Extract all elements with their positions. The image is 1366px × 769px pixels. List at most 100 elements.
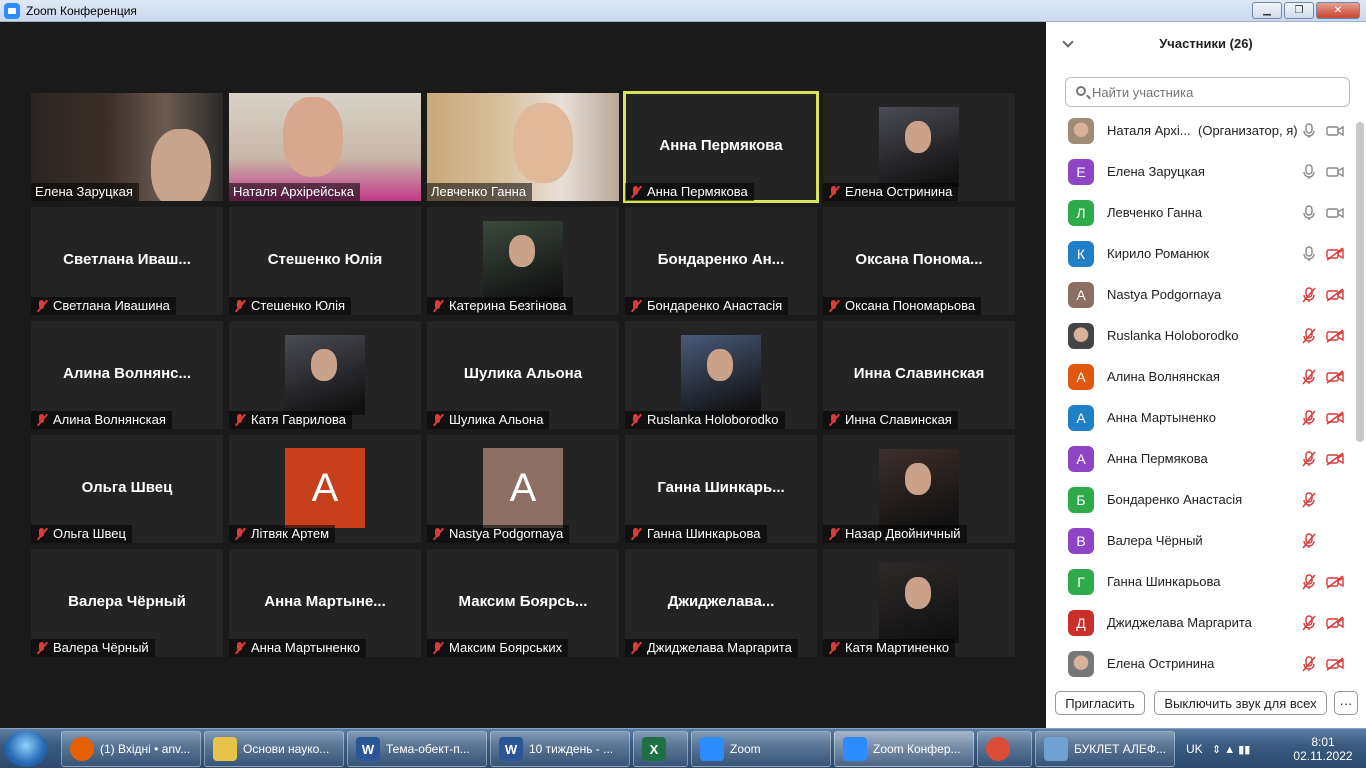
mute-all-button[interactable]: Выключить звук для всех (1154, 691, 1327, 715)
participant-row[interactable]: Б Бондаренко Анастасія (1046, 479, 1356, 520)
participant-row[interactable]: Ruslanka Holoborodko (1046, 315, 1356, 356)
video-tile[interactable]: Ганна Шинкарь... Ганна Шинкарьова (625, 435, 817, 543)
camera-off-icon[interactable] (1326, 287, 1344, 302)
participant-avatar: Д (1068, 609, 1094, 636)
video-tile[interactable]: Катя Мартиненко (823, 549, 1015, 657)
camera-off-icon[interactable] (1326, 369, 1344, 384)
taskbar-item[interactable]: Zoom Конфер... (834, 731, 974, 767)
mic-icon[interactable] (1302, 163, 1316, 180)
video-tile[interactable]: Алина Волнянс... Алина Волнянская (31, 321, 223, 429)
camera-off-icon[interactable] (1326, 656, 1344, 671)
video-tile[interactable]: Ольга Швец Ольга Швец (31, 435, 223, 543)
video-tile[interactable]: Инна Славинская Инна Славинская (823, 321, 1015, 429)
participant-row[interactable]: A Nastya Podgornaya (1046, 274, 1356, 315)
camera-off-icon[interactable] (1326, 451, 1344, 466)
taskbar-item[interactable]: Основи науко... (204, 731, 344, 767)
video-tile[interactable]: A Nastya Podgornaya (427, 435, 619, 543)
video-tile[interactable]: Наталя Архірейська (229, 93, 421, 201)
video-tile[interactable]: Шулика Альона Шулика Альона (427, 321, 619, 429)
video-tile[interactable]: Валера Чёрный Валера Чёрный (31, 549, 223, 657)
participant-search-input[interactable] (1092, 82, 1332, 102)
maximize-button[interactable]: ❐ (1284, 2, 1314, 19)
window-title: Zoom Конференция (26, 3, 137, 18)
participant-row[interactable]: Д Джиджелава Маргарита (1046, 602, 1356, 643)
more-button[interactable]: ··· (1334, 691, 1358, 715)
video-tile[interactable]: Назар Двойничный (823, 435, 1015, 543)
video-tile[interactable]: Елена Остринина (823, 93, 1015, 201)
participant-row[interactable]: А Алина Волнянская (1046, 356, 1356, 397)
taskbar-item[interactable]: W 10 тиждень - ... (490, 731, 630, 767)
video-tile[interactable]: Левченко Ганна (427, 93, 619, 201)
mic-icon[interactable] (1302, 245, 1316, 262)
clock[interactable]: 8:01 02.11.2022 (1283, 729, 1363, 769)
mic-muted-icon[interactable] (1302, 532, 1316, 549)
camera-off-icon[interactable] (1326, 410, 1344, 425)
tile-name-label: Шулика Альона (427, 411, 550, 429)
participant-list-scrollbar[interactable] (1356, 122, 1364, 442)
taskbar-item[interactable]: (1) Вхідні • anv... (61, 731, 201, 767)
participant-row[interactable]: Наталя Архі... (Организатор, я) (1046, 118, 1356, 151)
close-button[interactable]: ✕ (1316, 2, 1360, 19)
mic-muted-icon[interactable] (1302, 368, 1316, 385)
camera-icon[interactable] (1326, 165, 1344, 179)
tray-icons[interactable]: ⇕ ▲ ▮▮ (1212, 729, 1250, 769)
camera-icon[interactable] (1326, 206, 1344, 220)
video-tile[interactable]: Елена Заруцкая (31, 93, 223, 201)
video-tile[interactable]: Максим Боярсь... Максим Боярських (427, 549, 619, 657)
mic-muted-icon[interactable] (1302, 491, 1316, 508)
taskbar-item-label: Zoom Конфер... (873, 742, 961, 756)
mic-muted-icon[interactable] (1302, 614, 1316, 631)
taskbar-item[interactable] (977, 731, 1032, 767)
avatar: A (483, 448, 563, 528)
video-tile[interactable]: Ruslanka Holoborodko (625, 321, 817, 429)
tile-name-text: Катя Гаврилова (251, 412, 347, 427)
mic-muted-icon (35, 413, 49, 427)
taskbar-item[interactable]: БУКЛЕТ АЛЕФ... (1035, 731, 1175, 767)
camera-icon[interactable] (1326, 124, 1344, 138)
mic-muted-icon[interactable] (1302, 655, 1316, 672)
tile-name-label: Максим Боярських (427, 639, 569, 657)
video-tile[interactable]: Анна Пермякова Анна Пермякова (623, 91, 819, 203)
video-tile[interactable]: Анна Мартыне... Анна Мартыненко (229, 549, 421, 657)
tile-name-text: Елена Остринина (845, 184, 953, 199)
mic-muted-icon[interactable] (1302, 573, 1316, 590)
video-tile[interactable]: Катя Гаврилова (229, 321, 421, 429)
camera-off-icon[interactable] (1326, 574, 1344, 589)
taskbar-item[interactable]: W Тема-обект-п... (347, 731, 487, 767)
invite-button[interactable]: Пригласить (1055, 691, 1145, 715)
participant-search[interactable] (1065, 77, 1350, 107)
profile-photo (879, 107, 959, 187)
participant-row[interactable]: А Анна Мартыненко (1046, 397, 1356, 438)
mic-muted-icon (431, 527, 445, 541)
start-button[interactable] (4, 731, 48, 767)
video-tile[interactable]: A Літвяк Артем (229, 435, 421, 543)
video-tile[interactable]: Джиджелава... Джиджелава Маргарита (625, 549, 817, 657)
participant-avatar (1068, 650, 1094, 677)
video-tile[interactable]: Светлана Иваш... Светлана Ивашина (31, 207, 223, 315)
video-tile[interactable]: Катерина Безгінова (427, 207, 619, 315)
participant-row[interactable]: Л Левченко Ганна (1046, 192, 1356, 233)
camera-off-icon[interactable] (1326, 246, 1344, 261)
video-tile[interactable]: Бондаренко Ан... Бондаренко Анастасія (625, 207, 817, 315)
mic-muted-icon[interactable] (1302, 409, 1316, 426)
mic-muted-icon[interactable] (1302, 286, 1316, 303)
participant-row[interactable]: В Валера Чёрный (1046, 520, 1356, 561)
minimize-button[interactable]: ▁ (1252, 2, 1282, 19)
mic-icon[interactable] (1302, 204, 1316, 221)
participant-row[interactable]: Елена Остринина (1046, 643, 1356, 678)
camera-off-icon[interactable] (1326, 328, 1344, 343)
language-indicator[interactable]: UK (1186, 729, 1203, 769)
participant-row[interactable]: К Кирило Романюк (1046, 233, 1356, 274)
mic-muted-icon[interactable] (1302, 327, 1316, 344)
participant-row[interactable]: Е Елена Заруцкая (1046, 151, 1356, 192)
taskbar-item[interactable]: Zoom (691, 731, 831, 767)
camera-off-icon[interactable] (1326, 615, 1344, 630)
taskbar-item[interactable]: X (633, 731, 688, 767)
mic-muted-icon[interactable] (1302, 450, 1316, 467)
video-tile[interactable]: Оксана Понома... Оксана Пономарьова (823, 207, 1015, 315)
participant-row[interactable]: А Анна Пермякова (1046, 438, 1356, 479)
video-tile[interactable]: Стешенко Юлія Стешенко Юлія (229, 207, 421, 315)
tile-name-text: Ольга Швец (53, 526, 126, 541)
mic-icon[interactable] (1302, 122, 1316, 139)
participant-row[interactable]: Г Ганна Шинкарьова (1046, 561, 1356, 602)
